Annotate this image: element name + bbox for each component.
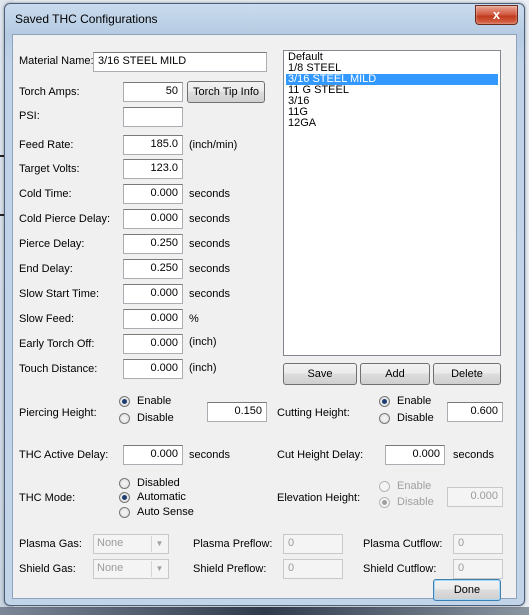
early-torch-off-unit: (inch)	[189, 336, 217, 348]
touch-distance-label: Touch Distance:	[19, 363, 98, 375]
end-delay-input[interactable]: 0.250	[123, 259, 183, 279]
plasma-preflow-input[interactable]: 0	[283, 534, 343, 554]
cutting-enable-radio[interactable]	[379, 396, 390, 407]
material-name-input[interactable]: 3/16 STEEL MILD	[93, 52, 267, 72]
plasma-preflow-label: Plasma Preflow:	[193, 538, 273, 550]
pierce-delay-label: Pierce Delay:	[19, 238, 85, 250]
elevation-height-input[interactable]: 0.000	[447, 487, 503, 507]
target-volts-label: Target Volts:	[19, 163, 80, 175]
piercing-enable-radio[interactable]	[119, 396, 130, 407]
early-torch-off-input[interactable]: 0.000	[123, 334, 183, 354]
cutting-height-input[interactable]: 0.600	[447, 402, 503, 422]
cutting-enable-label: Enable	[397, 395, 432, 407]
plasma-gas-label: Plasma Gas:	[19, 538, 82, 550]
piercing-disable-label: Disable	[137, 412, 174, 424]
plasma-cutflow-input[interactable]: 0	[453, 534, 503, 554]
slow-start-time-unit: seconds	[189, 288, 230, 300]
dialog-client: Material Name: 3/16 STEEL MILD Torch Amp…	[12, 34, 517, 601]
elevation-disable-label: Disable	[397, 496, 434, 508]
cut-height-delay-label: Cut Height Delay:	[277, 449, 364, 461]
thc-mode-label: THC Mode:	[19, 492, 76, 504]
elevation-height-label: Elevation Height:	[277, 492, 361, 504]
configurations-listbox[interactable]: Default 1/8 STEEL 3/16 STEEL MILD 11 G S…	[283, 50, 501, 356]
shield-cutflow-input[interactable]: 0	[453, 559, 503, 579]
piercing-enable-label: Enable	[137, 395, 172, 407]
piercing-height-input[interactable]: 0.150	[207, 402, 267, 422]
cutting-height-label: Cutting Height:	[277, 407, 350, 419]
psi-label: PSI:	[19, 110, 40, 122]
list-item[interactable]: 11 G STEEL	[286, 85, 498, 96]
material-name-label: Material Name:	[19, 55, 94, 67]
close-button[interactable]: x	[475, 5, 518, 25]
cutting-disable-label: Disable	[397, 412, 434, 424]
torch-tip-info-button[interactable]: Torch Tip Info	[187, 81, 265, 103]
thc-mode-auto-sense-label: Auto Sense	[137, 506, 194, 518]
elevation-enable-radio[interactable]	[379, 481, 390, 492]
cold-time-unit: seconds	[189, 188, 230, 200]
slow-start-time-input[interactable]: 0.000	[123, 284, 183, 304]
feed-rate-label: Feed Rate:	[19, 139, 74, 151]
cold-pierce-delay-label: Cold Pierce Delay:	[19, 213, 111, 225]
thc-mode-disabled-label: Disabled	[137, 477, 180, 489]
thc-active-delay-unit: seconds	[189, 449, 230, 461]
elevation-disable-radio[interactable]	[379, 497, 390, 508]
shield-preflow-input[interactable]: 0	[283, 559, 343, 579]
save-button[interactable]: Save	[283, 363, 357, 385]
add-button[interactable]: Add	[360, 363, 430, 385]
cold-time-label: Cold Time:	[19, 188, 72, 200]
plasma-gas-value: None	[97, 537, 124, 549]
elevation-enable-label: Enable	[397, 480, 432, 492]
torch-amps-label: Torch Amps:	[19, 86, 80, 98]
plasma-gas-select[interactable]: None ▼	[93, 534, 169, 554]
slow-feed-unit: %	[189, 313, 199, 325]
thc-mode-automatic-radio[interactable]	[119, 492, 130, 503]
list-item[interactable]: 3/16	[286, 96, 498, 107]
shield-gas-select[interactable]: None ▼	[93, 559, 169, 579]
slow-start-time-label: Slow Start Time:	[19, 288, 100, 300]
plasma-cutflow-label: Plasma Cutflow:	[363, 538, 443, 550]
feed-rate-input[interactable]: 185.0	[123, 135, 183, 155]
thc-mode-disabled-radio[interactable]	[119, 478, 130, 489]
background-taskbar	[0, 607, 529, 615]
delete-button[interactable]: Delete	[433, 363, 501, 385]
cutting-disable-radio[interactable]	[379, 413, 390, 424]
thc-mode-automatic-label: Automatic	[137, 491, 186, 503]
end-delay-label: End Delay:	[19, 263, 73, 275]
psi-input[interactable]	[123, 107, 183, 127]
torch-amps-input[interactable]: 50	[123, 82, 183, 102]
shield-gas-value: None	[97, 562, 124, 574]
shield-gas-label: Shield Gas:	[19, 563, 76, 575]
window-title: Saved THC Configurations	[15, 12, 158, 26]
shield-cutflow-label: Shield Cutflow:	[363, 563, 437, 575]
chevron-down-icon: ▼	[151, 561, 167, 577]
early-torch-off-label: Early Torch Off:	[19, 338, 95, 350]
chevron-down-icon: ▼	[151, 536, 167, 552]
thc-mode-auto-sense-radio[interactable]	[119, 507, 130, 518]
cut-height-delay-input[interactable]: 0.000	[385, 445, 445, 465]
pierce-delay-input[interactable]: 0.250	[123, 234, 183, 254]
done-button[interactable]: Done	[433, 579, 501, 601]
target-volts-input[interactable]: 123.0	[123, 159, 183, 179]
thc-active-delay-input[interactable]: 0.000	[123, 445, 183, 465]
feed-rate-unit: (inch/min)	[189, 139, 238, 151]
slow-feed-label: Slow Feed:	[19, 313, 75, 325]
thc-active-delay-label: THC Active Delay:	[19, 449, 109, 461]
touch-distance-input[interactable]: 0.000	[123, 359, 183, 379]
end-delay-unit: seconds	[189, 263, 230, 275]
cut-height-delay-unit: seconds	[453, 449, 494, 461]
slow-feed-input[interactable]: 0.000	[123, 309, 183, 329]
thc-config-dialog: Saved THC Configurations x Material Name…	[4, 3, 525, 606]
shield-preflow-label: Shield Preflow:	[193, 563, 267, 575]
piercing-height-label: Piercing Height:	[19, 407, 97, 419]
touch-distance-unit: (inch)	[189, 362, 217, 374]
pierce-delay-unit: seconds	[189, 238, 230, 250]
cold-pierce-delay-unit: seconds	[189, 213, 230, 225]
piercing-disable-radio[interactable]	[119, 413, 130, 424]
list-item[interactable]: 12GA	[286, 118, 498, 129]
cold-pierce-delay-input[interactable]: 0.000	[123, 209, 183, 229]
cold-time-input[interactable]: 0.000	[123, 184, 183, 204]
list-item[interactable]: 11G	[286, 107, 498, 118]
